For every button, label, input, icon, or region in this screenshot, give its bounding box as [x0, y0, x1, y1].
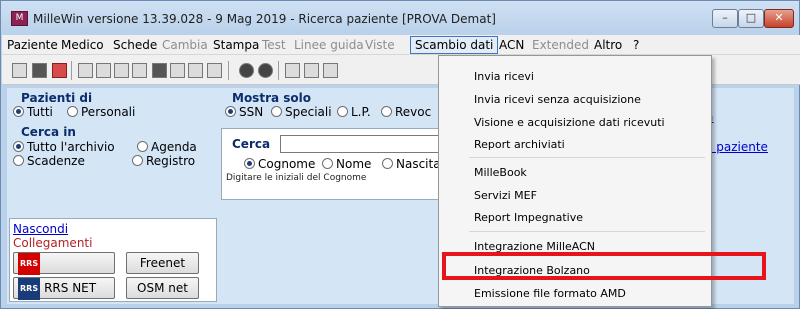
toolbar-separator — [71, 61, 72, 80]
radio-dot — [382, 158, 393, 169]
menu-item-report-archiviati[interactable]: Report archiviati — [474, 138, 565, 151]
radio-dot — [13, 141, 24, 152]
toolbar-separator — [278, 61, 279, 80]
bank-icon[interactable] — [32, 63, 47, 78]
radio-scadenze[interactable]: Scadenze — [13, 154, 85, 168]
image-icon[interactable] — [323, 63, 338, 78]
radio-nascita[interactable]: Nascita — [382, 157, 441, 171]
document-icon[interactable] — [152, 63, 167, 78]
pazienti-di-title: Pazienti di — [21, 91, 93, 105]
search-panel: Cerca Cognome Nome Nascita Digitare le i… — [221, 128, 470, 200]
person-icon[interactable] — [52, 63, 67, 78]
radio-tutto-archivio[interactable]: Tutto l'archivio — [13, 140, 115, 154]
menu-medico[interactable]: Medico — [61, 38, 104, 52]
osm-net-button[interactable]: OSM net — [126, 277, 199, 299]
camera-icon[interactable] — [170, 63, 185, 78]
radio-dot — [67, 106, 78, 117]
radio-agenda[interactable]: Agenda — [137, 140, 197, 154]
tool-icon[interactable] — [285, 63, 300, 78]
menu-help[interactable]: ? — [633, 38, 639, 52]
chart-icon[interactable] — [188, 63, 203, 78]
menu-item-emissione-file-amd[interactable]: Emissione file formato AMD — [474, 287, 626, 300]
menu-viste[interactable]: Viste — [365, 38, 395, 52]
window-title: MilleWin versione 13.39.028 - 9 Mag 2019… — [33, 12, 496, 26]
rrs-net-button[interactable]: RRS RRS NET — [13, 277, 115, 300]
arrow-icon[interactable] — [78, 63, 93, 78]
shortcuts-panel: Nascondi Collegamenti RRScooperativa Fre… — [9, 218, 217, 302]
cooperativa-button[interactable]: RRScooperativa — [13, 252, 115, 292]
calculator-icon[interactable] — [12, 63, 27, 78]
menu-item-servizi-mef[interactable]: Servizi MEF — [474, 189, 537, 202]
nascondi-link[interactable]: Nascondi — [13, 222, 68, 236]
search-hint: Digitare le iniziali del Cognome — [226, 173, 367, 183]
freenet-button[interactable]: Freenet — [126, 252, 199, 274]
cerca-title: Cerca — [232, 137, 271, 151]
menu-schede[interactable]: Schede — [113, 38, 157, 52]
filter-icon[interactable] — [114, 63, 129, 78]
title-bar: M MilleWin versione 13.39.028 - 9 Mag 20… — [1, 1, 799, 35]
millewin-logo-icon: M — [11, 11, 28, 26]
menu-separator — [469, 157, 705, 158]
menu-separator — [469, 231, 705, 232]
maximize-button[interactable]: □ — [738, 9, 764, 28]
menu-item-invia-ricevi-senza-acquisizione[interactable]: Invia ricevi senza acquisizione — [474, 93, 641, 106]
radio-nome[interactable]: Nome — [322, 157, 371, 171]
radio-dot — [271, 106, 282, 117]
radio-dot — [244, 158, 255, 169]
cerca-in-title: Cerca in — [21, 125, 76, 139]
radio-dot — [322, 158, 333, 169]
menu-bar: Paziente Medico Schede Cambia Stampa Tes… — [2, 35, 800, 55]
radio-dot — [137, 141, 148, 152]
collegamenti-label: Collegamenti — [13, 236, 93, 250]
toolbar-separator — [228, 61, 229, 80]
stop-icon[interactable] — [258, 63, 273, 78]
menu-item-report-impegnative[interactable]: Report Impegnative — [474, 211, 583, 224]
menu-cambia[interactable]: Cambia — [162, 38, 208, 52]
rrs-logo-icon: RRS — [18, 253, 41, 275]
menu-item-millebook[interactable]: MilleBook — [474, 166, 527, 179]
radio-lp[interactable]: L.P. — [337, 105, 371, 119]
radio-cognome[interactable]: Cognome — [244, 157, 315, 171]
radio-revoc[interactable]: Revoc — [381, 105, 431, 119]
radio-dot — [13, 106, 24, 117]
radio-speciali[interactable]: Speciali — [271, 105, 332, 119]
menu-acn[interactable]: ACN — [499, 38, 524, 52]
family-icon[interactable] — [132, 63, 147, 78]
radio-dot — [132, 155, 143, 166]
minimize-button[interactable]: – — [712, 9, 738, 28]
radio-dot — [13, 155, 24, 166]
highlight-annotation — [442, 252, 766, 280]
menu-item-visione-acquisizione[interactable]: Visione e acquisizione dati ricevuti — [474, 116, 665, 129]
mostra-solo-title: Mostra solo — [232, 91, 312, 105]
menu-paziente[interactable]: Paziente — [7, 38, 58, 52]
radio-registro[interactable]: Registro — [132, 154, 195, 168]
menu-scambio-dati[interactable]: Scambio dati — [410, 36, 499, 54]
radio-dot — [381, 106, 392, 117]
menu-linee-guida[interactable]: Linee guida — [294, 38, 364, 52]
radio-dot — [225, 106, 236, 117]
window-icon[interactable] — [207, 63, 222, 78]
radio-ssn[interactable]: SSN — [225, 105, 263, 119]
close-button[interactable]: ✕ — [764, 9, 794, 28]
app-window: M MilleWin versione 13.39.028 - 9 Mag 20… — [0, 0, 800, 309]
rrs-logo-icon: RRS — [18, 278, 41, 300]
menu-altro[interactable]: Altro — [594, 38, 622, 52]
table-icon[interactable] — [304, 63, 319, 78]
menu-item-invia-ricevi[interactable]: Invia ricevi — [474, 70, 534, 83]
grid-icon[interactable] — [96, 63, 111, 78]
radio-dot — [337, 106, 348, 117]
menu-test[interactable]: Test — [262, 38, 286, 52]
radio-personali[interactable]: Personali — [67, 105, 135, 119]
menu-stampa[interactable]: Stampa — [213, 38, 259, 52]
record-icon[interactable] — [239, 63, 254, 78]
radio-tutti[interactable]: Tutti — [13, 105, 53, 119]
menu-extended[interactable]: Extended — [532, 38, 589, 52]
